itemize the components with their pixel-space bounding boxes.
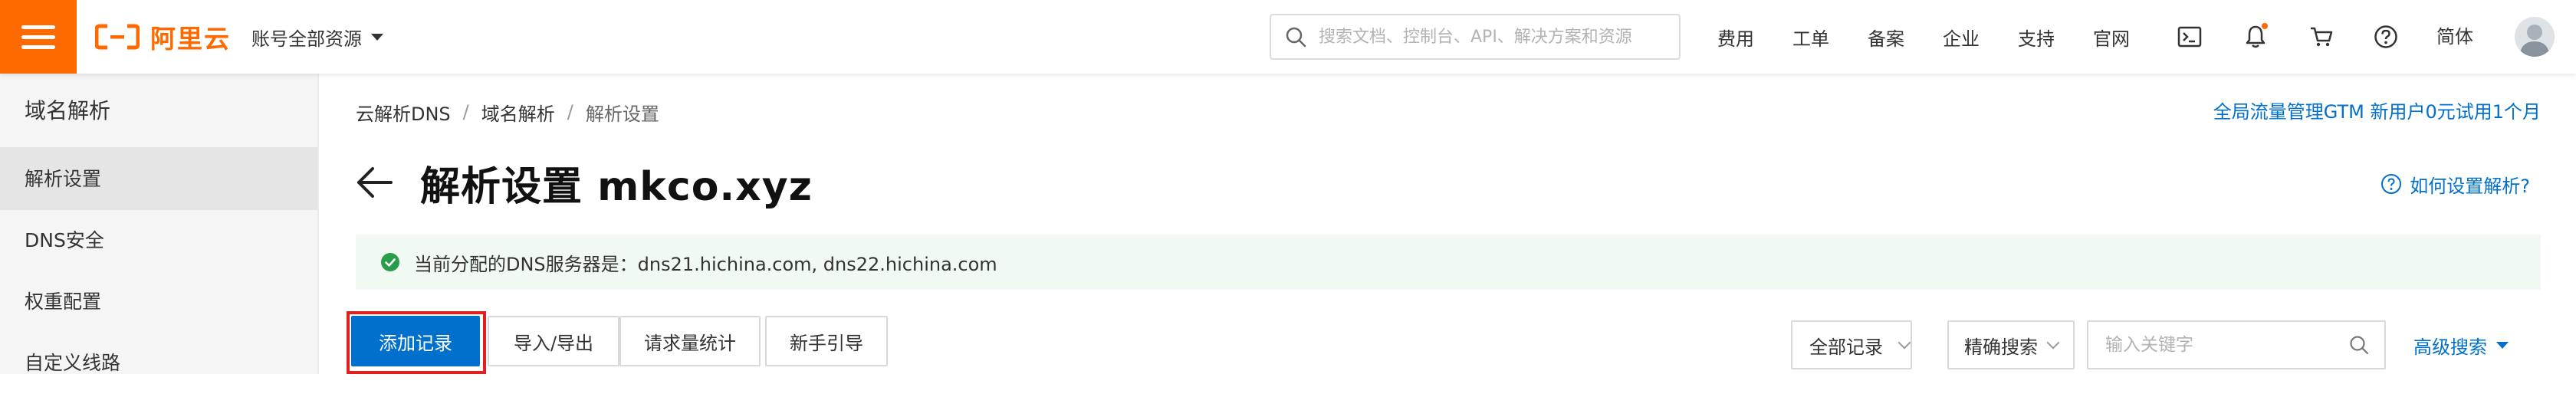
import-export-button[interactable]: 导入/导出 [488, 316, 619, 366]
sidebar-title: 域名解析 [0, 74, 317, 149]
help-link-label: 如何设置解析? [2410, 175, 2530, 197]
page-header: 解析设置 mkco.xyz [354, 152, 813, 213]
keyword-search[interactable] [2087, 320, 2386, 369]
help-icon[interactable] [2372, 23, 2400, 51]
help-link[interactable]: 如何设置解析? [2380, 170, 2530, 198]
link-enterprise[interactable]: 企业 [1943, 24, 1980, 51]
dns-server-notice: 当前分配的DNS服务器是：dns21.hichina.com, dns22.hi… [356, 235, 2541, 290]
sidebar: 域名解析 解析设置 DNS安全 权重配置 自定义线路 [0, 74, 319, 374]
sidebar-item-dns-security[interactable]: DNS安全 [0, 210, 317, 271]
breadcrumb-cloud-dns[interactable]: 云解析DNS [356, 99, 451, 126]
record-type-select[interactable]: 全部记录 [1791, 320, 1912, 369]
sidebar-item-dns-settings[interactable]: 解析设置 [0, 149, 317, 210]
notification-bell-icon[interactable] [2242, 23, 2269, 51]
link-icp-filing[interactable]: 备案 [1868, 24, 1904, 51]
user-avatar[interactable] [2515, 17, 2555, 57]
advanced-search-toggle[interactable]: 高级搜索 [2413, 330, 2509, 360]
account-scope-dropdown[interactable]: 账号全部资源 [251, 21, 383, 52]
back-arrow-icon[interactable] [354, 161, 397, 204]
chevron-down-icon [2046, 336, 2060, 350]
advanced-search-label: 高级搜索 [2413, 336, 2487, 358]
keyword-input[interactable] [2088, 322, 2349, 368]
link-billing[interactable]: 费用 [1717, 24, 1754, 51]
chevron-down-icon [1898, 336, 1911, 350]
breadcrumb-separator: / [462, 101, 469, 123]
cart-icon[interactable] [2308, 23, 2335, 51]
breadcrumb-current: 解析设置 [585, 103, 659, 125]
aliyun-logo[interactable]: 阿里云 [95, 18, 231, 55]
breadcrumb-separator: / [567, 101, 573, 123]
sidebar-item-custom-lines[interactable]: 自定义线路 [0, 333, 317, 394]
global-search-input[interactable] [1319, 15, 1679, 58]
terminal-icon[interactable] [2176, 23, 2203, 51]
search-mode-select[interactable]: 精确搜索 [1947, 320, 2075, 369]
link-official-site[interactable]: 官网 [2093, 24, 2130, 51]
search-mode-value: 精确搜索 [1964, 336, 2038, 358]
search-icon[interactable] [2349, 335, 2369, 355]
top-navigation-bar: 阿里云 账号全部资源 费用 工单 备案 企业 支持 官网 [0, 0, 2576, 74]
add-record-button[interactable]: 添加记录 [351, 316, 480, 366]
account-scope-label: 账号全部资源 [251, 28, 362, 50]
beginner-guide-button[interactable]: 新手引导 [765, 316, 888, 366]
search-icon [1286, 27, 1306, 48]
brand-name: 阿里云 [150, 24, 231, 54]
caret-down-icon [371, 33, 383, 41]
menu-icon[interactable] [0, 0, 77, 74]
request-stats-button[interactable]: 请求量统计 [619, 316, 761, 366]
check-circle-icon [381, 253, 399, 271]
global-search[interactable] [1270, 14, 1681, 60]
language-switch[interactable]: 简体 [2436, 23, 2473, 51]
notification-dot [2262, 23, 2268, 29]
record-type-value: 全部记录 [1809, 336, 1883, 358]
gtm-promo-link[interactable]: 全局流量管理GTM 新用户0元试用1个月 [2213, 98, 2541, 126]
dns-server-text: 当前分配的DNS服务器是：dns21.hichina.com, dns22.hi… [414, 253, 997, 275]
link-tickets[interactable]: 工单 [1792, 24, 1829, 51]
breadcrumb: 云解析DNS / 域名解析 / 解析设置 [356, 98, 659, 126]
aliyun-logo-icon [95, 24, 140, 50]
page-title: 解析设置 mkco.xyz [420, 163, 813, 210]
top-links: 费用 工单 备案 企业 支持 官网 [1717, 0, 2168, 74]
breadcrumb-domain-resolution[interactable]: 域名解析 [481, 99, 555, 126]
sidebar-item-weight-config[interactable]: 权重配置 [0, 271, 317, 333]
caret-down-icon [2496, 341, 2509, 349]
link-support[interactable]: 支持 [2018, 24, 2055, 51]
question-circle-icon [2381, 174, 2402, 194]
